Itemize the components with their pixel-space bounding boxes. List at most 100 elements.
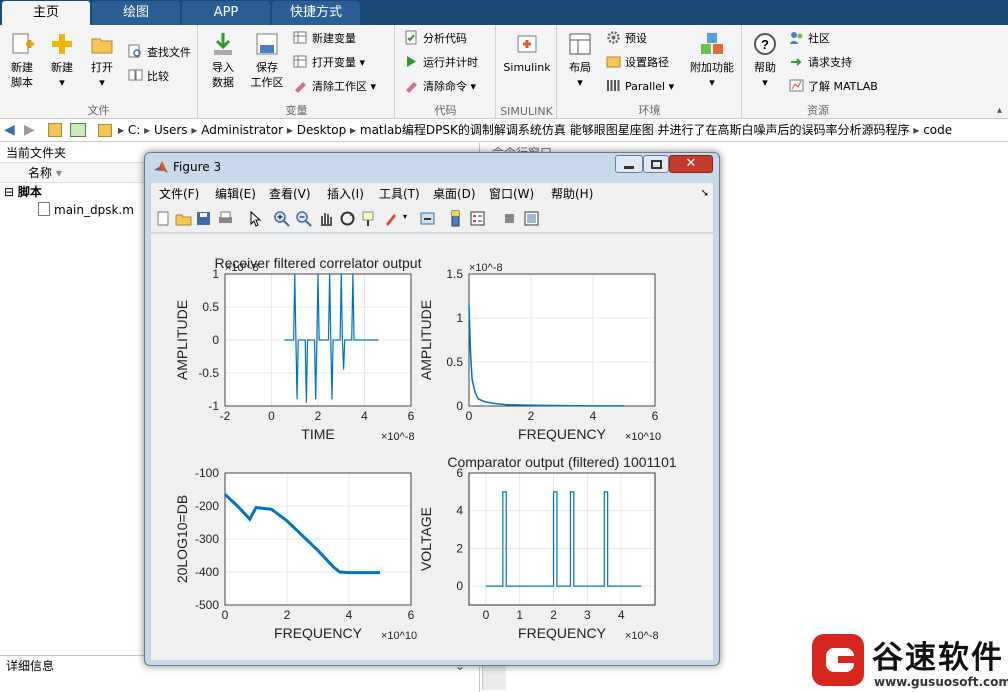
forward-icon[interactable]: ▶	[24, 120, 35, 141]
collapse-ribbon-icon[interactable]: ▴	[997, 105, 1002, 116]
breadcrumb-segment[interactable]: C:	[128, 123, 140, 137]
layout-button[interactable]: 布局 ▾	[562, 31, 598, 90]
new-script-button[interactable]: 新建 脚本	[4, 31, 40, 90]
clear-workspace-button[interactable]: 清除工作区 ▾	[293, 77, 376, 97]
set-path-button[interactable]: 设置路径	[606, 53, 669, 73]
script-group-label: 脚本	[17, 185, 42, 199]
maximize-button[interactable]	[643, 155, 669, 173]
new-button[interactable]: 新建 ▾	[44, 31, 80, 90]
watermark-logo-icon	[812, 634, 864, 686]
clear-workspace-icon	[295, 82, 306, 93]
new-variable-label: 新建变量	[312, 32, 356, 45]
print-icon[interactable]	[217, 210, 234, 227]
y-exponent-label: ×10^-8	[469, 262, 503, 274]
up-folder-icon[interactable]	[48, 123, 62, 137]
y-tick-label: -0.5	[198, 366, 219, 380]
show-plot-tools-icon[interactable]	[523, 210, 540, 227]
help-button[interactable]: ? 帮助 ▾	[747, 31, 783, 90]
open-file-icon[interactable]	[175, 210, 192, 227]
parallel-button[interactable]: Parallel ▾	[606, 77, 674, 97]
tab-apps[interactable]: APP	[182, 1, 270, 25]
pan-hand-icon[interactable]	[317, 210, 334, 227]
breadcrumb-segment[interactable]: Administrator	[201, 123, 283, 137]
menu-window[interactable]: 窗口(W)	[489, 183, 534, 205]
set-path-icon	[606, 56, 621, 68]
back-icon[interactable]: ◀	[4, 120, 15, 141]
menu-file[interactable]: 文件(F)	[159, 183, 199, 205]
breadcrumb-segment[interactable]: code	[923, 123, 952, 137]
x-tick-label: 3	[584, 608, 591, 622]
rotate-3d-icon[interactable]	[339, 210, 356, 227]
x-exponent-label: ×10^10	[381, 630, 417, 642]
menu-tools[interactable]: 工具(T)	[379, 183, 420, 205]
find-files-icon	[128, 44, 141, 58]
zoom-in-icon[interactable]	[273, 210, 290, 227]
community-button[interactable]: 社区	[789, 29, 830, 49]
x-axis-label: TIME	[301, 426, 334, 442]
analyze-code-button[interactable]: 分析代码	[404, 29, 467, 49]
new-variable-button[interactable]: 新建变量	[293, 29, 356, 49]
collapse-icon[interactable]: ⊟	[4, 185, 18, 199]
open-variable-button[interactable]: 打开变量 ▾	[293, 53, 365, 73]
dock-arrow-icon[interactable]: ➘	[701, 183, 709, 205]
brush-dropdown-icon[interactable]: ▾	[403, 212, 407, 221]
import-data-button[interactable]: 导入 数据	[205, 31, 241, 90]
zoom-out-icon[interactable]	[295, 210, 312, 227]
chart-title: Receiver filtered correlator output	[215, 255, 422, 271]
tab-home[interactable]: 主页	[2, 1, 90, 25]
chevron-down-icon: ▾	[59, 76, 65, 89]
brush-icon[interactable]	[383, 210, 400, 227]
x-exponent-label: ×10^-8	[625, 630, 659, 642]
save-icon[interactable]	[195, 210, 212, 227]
x-tick-label: 2	[550, 608, 557, 622]
colorbar-icon[interactable]	[447, 210, 464, 227]
y-axis-label: AMPLITUDE	[418, 300, 434, 380]
environment-group: 布局 ▾ 预设 设置路径 Parallel ▾ 附加功能 ▾ 环境	[558, 25, 742, 119]
open-variable-label: 打开变量	[312, 56, 356, 69]
x-axis-label: FREQUENCY	[518, 625, 607, 641]
watermark-url: www.gusuosoft.com	[874, 675, 1008, 689]
new-plus-icon	[52, 34, 72, 54]
menu-view[interactable]: 查看(V)	[269, 183, 311, 205]
breadcrumb-segment[interactable]: Users	[154, 123, 188, 137]
addons-button[interactable]: 附加功能 ▾	[686, 31, 738, 90]
link-plot-icon[interactable]	[419, 210, 436, 227]
learn-matlab-button[interactable]: 了解 MATLAB	[789, 77, 878, 97]
breadcrumb-segment[interactable]: matlab编程DPSK的调制解调系统仿真 能够眼图星座图 并进行了在高斯白噪声…	[360, 123, 910, 137]
legend-icon[interactable]	[469, 210, 486, 227]
y-tick-label: 0	[456, 579, 463, 593]
axes-box	[468, 472, 656, 606]
tab-shortcuts[interactable]: 快捷方式	[272, 1, 360, 25]
new-figure-icon[interactable]	[155, 210, 172, 227]
figure-window: Figure 3 ✕ 文件(F) 编辑(E) 查看(V) 插入(I) 工具(T)…	[144, 152, 720, 666]
compare-label: 比较	[147, 70, 169, 83]
m-file-icon	[38, 202, 50, 216]
resources-group: ? 帮助 ▾ 社区 请求支持 了解 MATLAB 资源	[743, 25, 893, 119]
save-workspace-button[interactable]: 保存 工作区	[245, 31, 289, 90]
close-button[interactable]: ✕	[669, 155, 713, 173]
clear-commands-button[interactable]: 清除命令 ▾	[404, 77, 476, 97]
menu-desktop[interactable]: 桌面(D)	[433, 183, 476, 205]
request-support-button[interactable]: 请求支持	[789, 53, 852, 73]
compare-button[interactable]: 比较	[128, 67, 169, 87]
find-files-button[interactable]: 查找文件	[128, 43, 191, 63]
open-button[interactable]: 打开 ▾	[84, 31, 120, 90]
breadcrumb-segment[interactable]: Desktop	[297, 123, 347, 137]
simulink-button[interactable]: Simulink	[501, 31, 553, 75]
preferences-button[interactable]: 预设	[606, 29, 647, 49]
x-tick-label: 4	[361, 409, 368, 423]
pointer-icon[interactable]	[247, 210, 264, 227]
run-time-button[interactable]: 运行并计时	[404, 53, 478, 73]
minimize-button[interactable]	[615, 155, 643, 173]
menu-edit[interactable]: 编辑(E)	[215, 183, 256, 205]
x-tick-label: 1	[516, 608, 523, 622]
hide-plot-tools-icon[interactable]	[501, 210, 518, 227]
close-icon: ✕	[685, 156, 697, 171]
menu-insert[interactable]: 插入(I)	[327, 183, 364, 205]
name-column-header[interactable]: 名称 ▾	[0, 163, 145, 183]
menu-help[interactable]: 帮助(H)	[551, 183, 593, 205]
tab-plots[interactable]: 绘图	[92, 1, 180, 25]
data-cursor-icon[interactable]	[361, 210, 378, 227]
import-data-label: 导入 数据	[212, 61, 234, 89]
browse-folder-icon[interactable]	[70, 123, 86, 137]
